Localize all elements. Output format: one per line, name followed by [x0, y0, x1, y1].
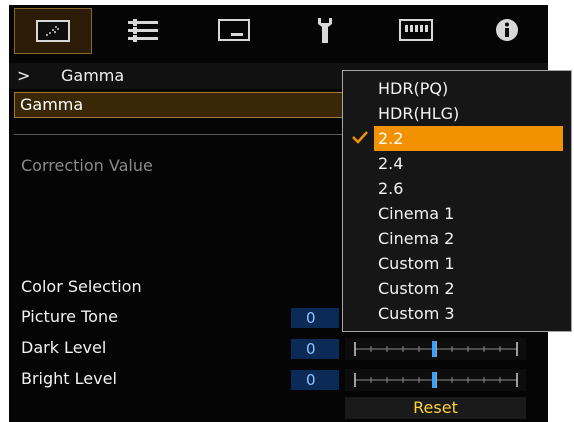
gamma-option-custom-1[interactable]: Custom 1: [343, 251, 571, 276]
gamma-option-2-2[interactable]: 2.2: [343, 126, 571, 151]
tab-adjustment[interactable]: [105, 8, 181, 52]
gamma-option-cinema-2[interactable]: Cinema 2: [343, 226, 571, 251]
gamma-option-label: Custom 3: [378, 304, 455, 323]
picture-tone-value: 0: [291, 308, 339, 328]
correction-value-label: Correction Value: [21, 156, 153, 175]
divider: [14, 134, 349, 135]
gamma-option-label: HDR(PQ): [378, 79, 449, 98]
gamma-setting-row[interactable]: Gamma: [14, 92, 344, 118]
tab-picture[interactable]: [14, 8, 92, 54]
dark-level-value: 0: [291, 339, 339, 359]
tab-input[interactable]: [378, 8, 454, 52]
info-icon: [495, 18, 519, 42]
tab-information[interactable]: [469, 8, 545, 52]
gamma-option-label: 2.4: [378, 154, 404, 173]
gamma-option-label: Custom 1: [378, 254, 455, 273]
tab-display[interactable]: [196, 8, 272, 52]
gamma-option-2-6[interactable]: 2.6: [343, 176, 571, 201]
bright-level-label[interactable]: Bright Level: [21, 369, 117, 388]
display-icon: [218, 19, 250, 41]
bright-level-slider[interactable]: [345, 369, 526, 391]
gamma-dropdown: HDR(PQ) HDR(HLG) 2.2 2.4 2.6 Cinema 1 Ci…: [342, 70, 572, 332]
picture-tone-label[interactable]: Picture Tone: [21, 307, 118, 326]
gamma-option-label: 2.6: [378, 179, 404, 198]
gamma-option-label: 2.2: [378, 129, 404, 148]
dark-level-label[interactable]: Dark Level: [21, 338, 106, 357]
gamma-option-2-4[interactable]: 2.4: [343, 151, 571, 176]
reset-button[interactable]: Reset: [345, 397, 526, 419]
gamma-option-custom-3[interactable]: Custom 3: [343, 301, 571, 326]
menu-tab-bar: [9, 5, 548, 58]
gamma-option-hdr-hlg[interactable]: HDR(HLG): [343, 101, 571, 126]
gamma-option-label: Cinema 2: [378, 229, 455, 248]
gamma-option-hdr-pq[interactable]: HDR(PQ): [343, 76, 571, 101]
tab-setup[interactable]: [287, 8, 363, 52]
input-terminal-icon: [399, 19, 433, 41]
picture-icon: [36, 20, 70, 42]
gamma-option-label: HDR(HLG): [378, 104, 460, 123]
gamma-option-custom-2[interactable]: Custom 2: [343, 276, 571, 301]
bright-level-value: 0: [291, 370, 339, 390]
gamma-option-label: Cinema 1: [378, 204, 455, 223]
breadcrumb-title: Gamma: [61, 66, 125, 85]
dark-level-slider[interactable]: [345, 338, 526, 360]
gamma-option-cinema-1[interactable]: Cinema 1: [343, 201, 571, 226]
adjustment-sliders-icon: [126, 18, 160, 42]
bright-level-slider-thumb: [432, 372, 436, 388]
checkmark-icon: [351, 129, 369, 149]
gamma-option-label: Custom 2: [378, 279, 455, 298]
breadcrumb-chevron: >: [17, 66, 31, 85]
wrench-icon: [315, 16, 335, 44]
color-selection-label[interactable]: Color Selection: [21, 277, 142, 296]
dark-level-slider-thumb: [432, 341, 436, 357]
